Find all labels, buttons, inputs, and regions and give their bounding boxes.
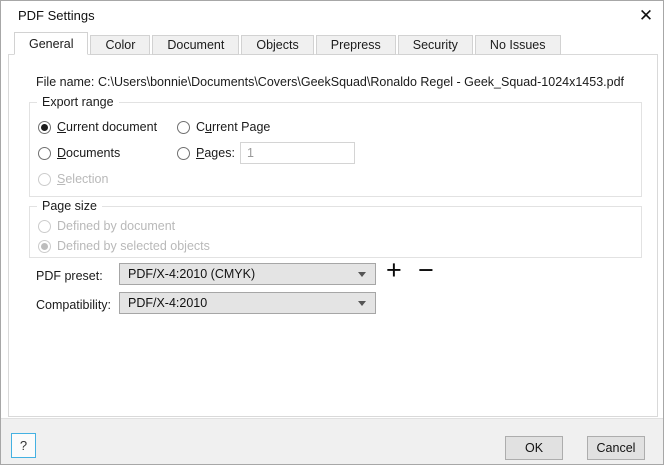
tab-no-issues[interactable]: No Issues — [474, 35, 561, 55]
radio-button-icon — [38, 146, 51, 160]
radio-label: Documents — [57, 146, 121, 160]
radio-defined-by-selected-objects: Defined by selected objects — [38, 239, 210, 253]
radio-label: Selection — [57, 172, 109, 186]
radio-current-document[interactable]: Current document — [38, 120, 157, 134]
radio-button-icon — [177, 120, 190, 134]
file-name-path: C:\Users\bonnie\Documents\Covers\GeekSqu… — [98, 75, 625, 89]
file-name-label: File name: — [36, 75, 95, 89]
radio-pages[interactable]: Pages: — [177, 146, 235, 160]
radio-label: Current Page — [196, 120, 271, 134]
remove-preset-button[interactable]: − — [418, 257, 434, 284]
tab-security[interactable]: Security — [397, 35, 473, 55]
radio-defined-by-document: Defined by document — [38, 219, 175, 233]
pdf-preset-dropdown[interactable]: PDF/X-4:2010 (CMYK) — [119, 263, 376, 285]
pdf-settings-dialog: PDF Settings ✕ General Color Document Ob… — [0, 0, 664, 465]
help-button[interactable]: ? — [11, 433, 36, 458]
chevron-down-icon — [358, 300, 366, 306]
add-preset-button[interactable]: + — [386, 257, 402, 284]
tab-bar: General Color Document Objects Prepress … — [14, 32, 563, 55]
radio-label: Defined by selected objects — [57, 239, 210, 253]
page-size-legend: Page size — [37, 199, 102, 213]
radio-label: Pages: — [196, 146, 235, 160]
radio-button-icon — [38, 219, 51, 233]
ok-button[interactable]: OK — [505, 436, 563, 460]
tab-objects[interactable]: Objects — [241, 35, 314, 55]
tab-color[interactable]: Color — [90, 35, 151, 55]
pdf-preset-label: PDF preset: — [36, 269, 103, 283]
radio-selection: Selection — [38, 172, 108, 186]
radio-button-icon — [38, 172, 51, 186]
radio-button-icon — [38, 239, 51, 253]
tab-prepress[interactable]: Prepress — [315, 35, 396, 55]
dialog-footer: ? OK Cancel — [1, 418, 663, 464]
chevron-down-icon — [358, 271, 366, 277]
radio-button-icon — [177, 146, 190, 160]
radio-documents[interactable]: Documents — [38, 146, 120, 160]
pdf-preset-value: PDF/X-4:2010 (CMYK) — [128, 267, 256, 281]
compatibility-dropdown[interactable]: PDF/X-4:2010 — [119, 292, 376, 314]
pages-input[interactable] — [240, 142, 355, 164]
cancel-button[interactable]: Cancel — [587, 436, 645, 460]
radio-button-icon — [38, 120, 51, 134]
tab-document[interactable]: Document — [152, 35, 240, 55]
compatibility-label: Compatibility: — [36, 298, 112, 312]
export-range-legend: Export range — [37, 95, 119, 109]
radio-current-page[interactable]: Current Page — [177, 120, 270, 134]
radio-label: Defined by document — [57, 219, 176, 233]
radio-label: Current document — [57, 120, 158, 134]
tab-general[interactable]: General — [14, 32, 89, 55]
dialog-title: PDF Settings — [18, 8, 95, 23]
compatibility-value: PDF/X-4:2010 — [128, 296, 208, 310]
close-icon[interactable]: ✕ — [633, 4, 659, 28]
